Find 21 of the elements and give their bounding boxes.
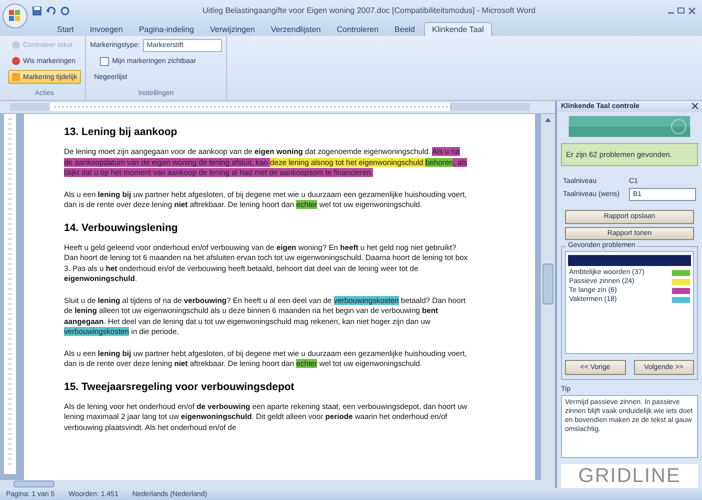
window-controls-icon[interactable]	[668, 6, 696, 14]
window-title: Uitleg Belastingaangifte voor Eigen woning 2007.doc [Compatibiliteitsmodus] - Microsoft Word	[202, 6, 536, 15]
ribbon-tab[interactable]: Verwijzingen	[202, 22, 262, 36]
office-button[interactable]	[2, 3, 28, 29]
ribbon-tab[interactable]: Verzendlijsten	[264, 22, 328, 36]
undo-icon[interactable]	[46, 6, 56, 16]
close-icon[interactable]	[692, 103, 698, 110]
ribbon-tab[interactable]: Controleren	[330, 22, 386, 36]
ribbon-tab[interactable]: Beeld	[388, 22, 422, 36]
ribbon-tab[interactable]: Invoegen	[82, 22, 130, 36]
checkbox[interactable]	[100, 56, 110, 66]
ribbon-tab[interactable]: Start	[50, 22, 81, 36]
logo: GRIDLINE	[561, 464, 698, 488]
section-heading: 15. Tweejaarsregeling voor verbouwingsdepot	[64, 380, 296, 392]
horizontal-scrollbar[interactable]	[0, 480, 555, 488]
scrollbar[interactable]	[541, 114, 555, 480]
ribbon-tab[interactable]: Pagina-indeling	[132, 22, 201, 36]
section-heading: 13. Lening bij aankoop	[64, 126, 178, 138]
save-icon[interactable]	[32, 6, 42, 16]
section-heading: 14. Verbouwingslening	[64, 222, 179, 234]
ribbon-tab[interactable]: Klinkende Taal	[424, 22, 492, 36]
